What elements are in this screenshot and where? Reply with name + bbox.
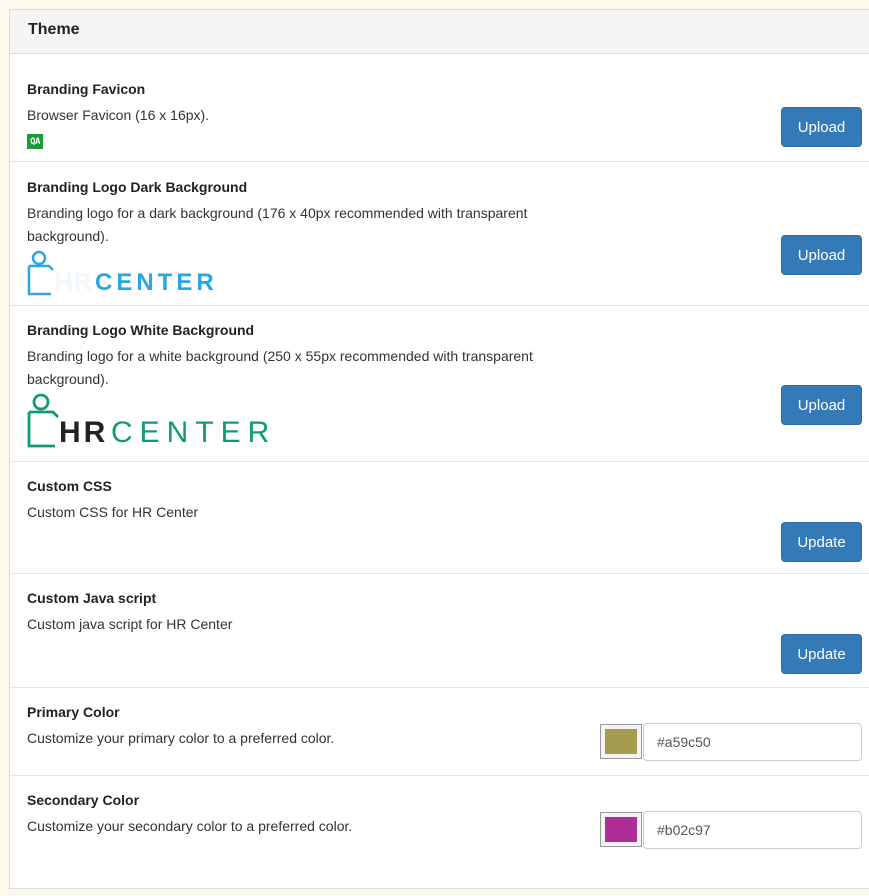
logo-dark-title: Branding Logo Dark Background	[27, 179, 248, 195]
upload-logo-dark-button[interactable]: Upload	[781, 235, 862, 275]
favicon-title: Branding Favicon	[27, 81, 146, 97]
logo-dark-image: HR CENTER	[27, 250, 218, 296]
logo-white-hr: HR	[59, 416, 108, 449]
logo-white-center: CENTER	[111, 416, 276, 449]
secondary-color-swatch-fill	[605, 817, 637, 842]
row-primary-color: Primary Color Customize your primary col…	[10, 688, 869, 776]
primary-color-swatch-fill	[605, 729, 637, 754]
logo-dark-hr: HR	[55, 269, 94, 296]
row-custom-javascript: Custom Java script Custom java script fo…	[10, 574, 869, 688]
primary-color-swatch[interactable]	[600, 724, 642, 759]
upload-favicon-button[interactable]: Upload	[781, 107, 862, 147]
logo-dark-head-icon	[31, 250, 47, 266]
custom-js-desc: Custom java script for HR Center	[27, 616, 233, 632]
secondary-color-title: Secondary Color	[27, 792, 140, 808]
secondary-color-desc: Customize your secondary color to a pref…	[27, 818, 353, 834]
primary-color-title: Primary Color	[27, 704, 120, 720]
row-secondary-color: Secondary Color Customize your secondary…	[10, 776, 869, 896]
panel-title: Theme	[10, 10, 869, 54]
logo-dark-desc: Branding logo for a dark background (176…	[27, 205, 528, 244]
custom-js-title: Custom Java script	[27, 590, 157, 606]
primary-color-input[interactable]	[643, 723, 862, 761]
row-custom-css: Custom CSS Custom CSS for HR Center Upda…	[10, 462, 869, 574]
logo-white-image: HR CENTER	[27, 393, 276, 449]
row-branding-logo-white: Branding Logo White Background Branding …	[10, 306, 869, 462]
logo-dark-center: CENTER	[95, 269, 218, 296]
custom-css-desc: Custom CSS for HR Center	[27, 504, 199, 520]
row-branding-favicon: Branding Favicon Browser Favicon (16 x 1…	[10, 54, 869, 162]
theme-panel: Theme Branding Favicon Browser Favicon (…	[9, 9, 869, 889]
favicon-desc: Browser Favicon (16 x 16px).	[27, 107, 210, 123]
upload-logo-white-button[interactable]: Upload	[781, 385, 862, 425]
update-custom-js-button[interactable]: Update	[781, 634, 862, 674]
logo-white-title: Branding Logo White Background	[27, 322, 255, 338]
update-custom-css-button[interactable]: Update	[781, 522, 862, 562]
logo-white-desc: Branding logo for a white background (25…	[27, 348, 533, 387]
favicon-preview: QA	[27, 134, 43, 149]
primary-color-desc: Customize your primary color to a prefer…	[27, 730, 335, 746]
secondary-color-swatch[interactable]	[600, 812, 642, 847]
custom-css-title: Custom CSS	[27, 478, 112, 494]
row-branding-logo-dark: Branding Logo Dark Background Branding l…	[10, 162, 869, 306]
logo-white-head-icon	[32, 393, 50, 411]
secondary-color-input[interactable]	[643, 811, 862, 849]
